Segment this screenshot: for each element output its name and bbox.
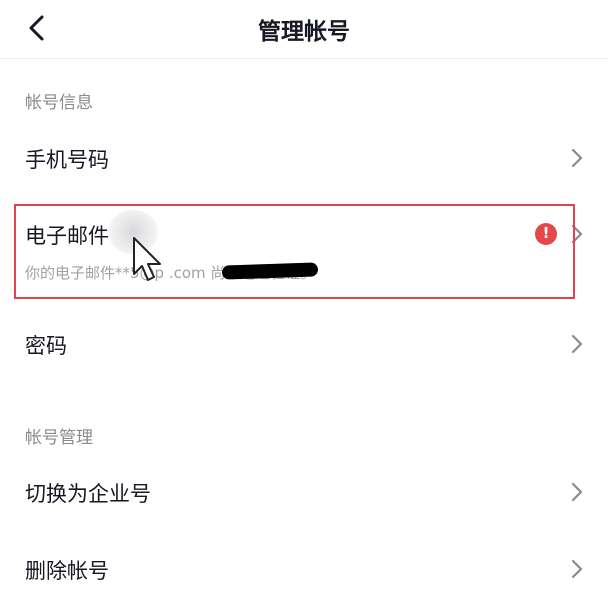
- chevron-right-icon: [571, 482, 583, 502]
- phone-number-label: 手机号码: [25, 148, 109, 172]
- delete-account-label: 删除帐号: [25, 559, 109, 583]
- chevron-right-icon: [571, 148, 583, 168]
- switch-enterprise-label: 切换为企业号: [25, 482, 151, 506]
- page-title: 管理帐号: [258, 19, 350, 45]
- delete-account-row[interactable]: 删除帐号: [0, 541, 608, 594]
- section-header-account-info: 帐号信息: [25, 93, 93, 113]
- mouse-cursor-icon: [133, 237, 161, 281]
- top-bar: 管理帐号: [0, 0, 608, 59]
- password-label: 密码: [25, 334, 67, 358]
- chevron-right-icon: [571, 559, 583, 579]
- section-header-account-manage: 帐号管理: [25, 428, 93, 448]
- switch-enterprise-row[interactable]: 切换为企业号: [0, 464, 608, 520]
- highlight-box: [14, 204, 575, 299]
- password-row[interactable]: 密码: [0, 316, 608, 372]
- chevron-right-icon: [571, 334, 583, 354]
- phone-number-row[interactable]: 手机号码: [0, 130, 608, 186]
